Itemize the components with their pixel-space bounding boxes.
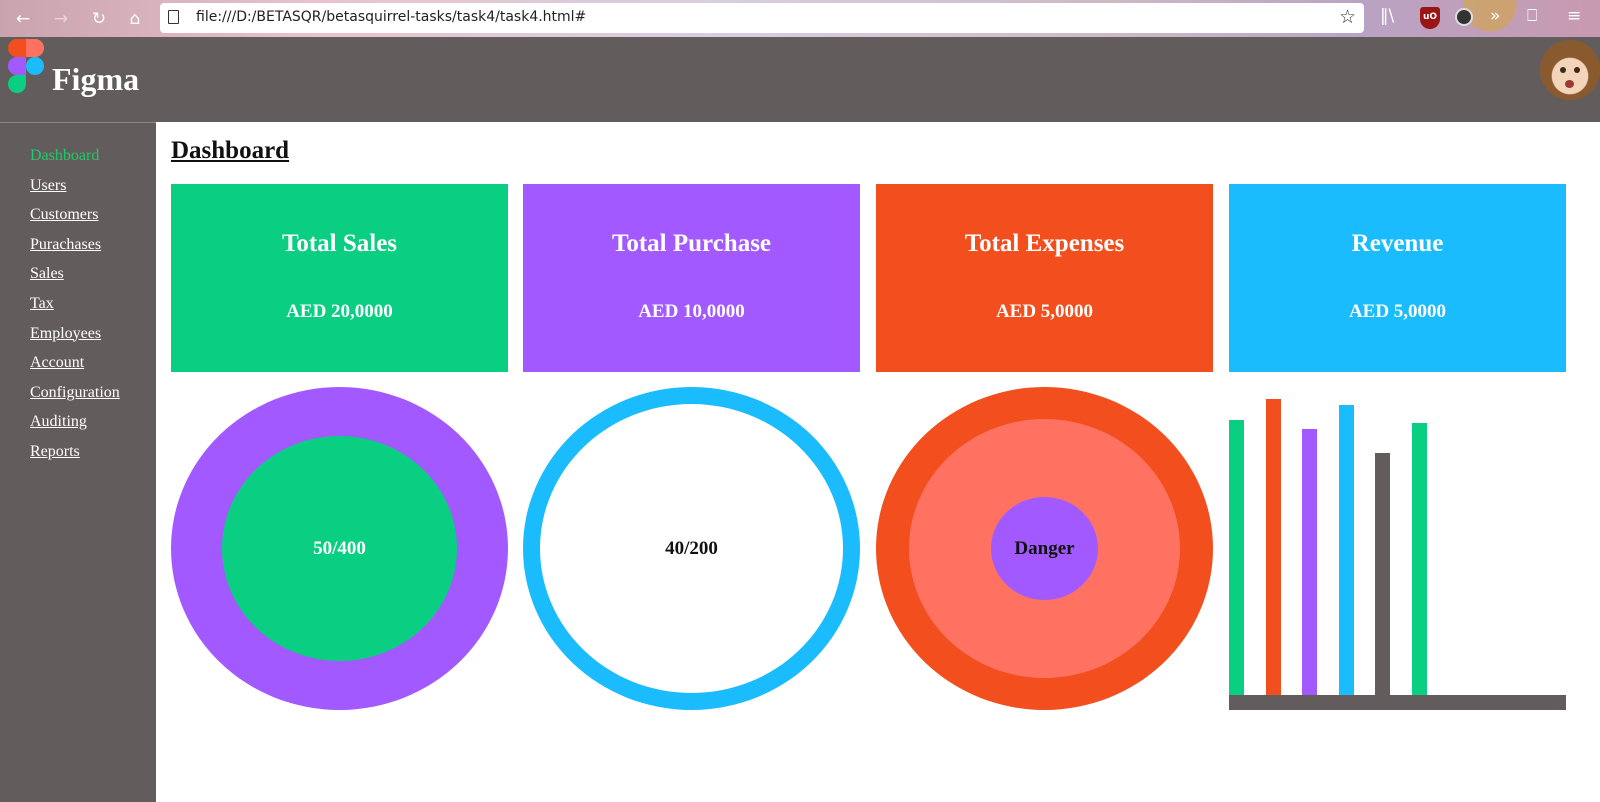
chevron-double-right-icon[interactable]: » bbox=[1490, 6, 1500, 26]
card-value: AED 20,0000 bbox=[286, 301, 393, 322]
sidebar-item-purchases[interactable]: Purachases bbox=[30, 236, 101, 253]
card-value: AED 5,0000 bbox=[995, 301, 1094, 322]
card-title: Total Purchase bbox=[611, 230, 772, 257]
figma-logo-part-6 bbox=[17, 57, 26, 75]
sales-ring-widget: 50/400 bbox=[171, 387, 508, 710]
sidebar-item-customers[interactable]: Customers bbox=[30, 206, 98, 223]
sidebar: Dashboard Users Customers Purachases Sal… bbox=[0, 122, 156, 802]
home-icon[interactable]: ⌂ bbox=[124, 8, 146, 30]
figma-logo-part-4 bbox=[26, 39, 35, 57]
sidebar-item-tax[interactable]: Tax bbox=[30, 295, 54, 312]
library-icon[interactable]: ‖\ bbox=[1380, 6, 1394, 26]
expenses-ring-widget: Danger bbox=[876, 387, 1213, 710]
avatar-eye-right bbox=[1574, 67, 1580, 73]
browser-toolbar: ← → ↻ ⌂ file:///D:/BETASQR/betasquirrel-… bbox=[0, 0, 1600, 37]
avatar-eye-left bbox=[1560, 67, 1566, 73]
chart-bar-5 bbox=[1375, 452, 1391, 695]
card-total-purchase[interactable]: Total Purchase AED 10,0000 bbox=[523, 184, 860, 372]
sidebar-item-auditing[interactable]: Auditing bbox=[30, 413, 87, 430]
page-title: Dashboard bbox=[171, 137, 290, 164]
figma-logo-part-9 bbox=[17, 75, 26, 84]
sidebar-nav-list: Dashboard Users Customers Purachases Sal… bbox=[30, 147, 120, 473]
chart-bar-1 bbox=[1229, 419, 1244, 695]
sidebar-item-users[interactable]: Users bbox=[30, 177, 66, 194]
url-text[interactable]: file:///D:/BETASQR/betasquirrel-tasks/ta… bbox=[196, 9, 586, 25]
card-title: Total Sales bbox=[281, 230, 398, 257]
page-icon bbox=[168, 10, 179, 24]
bookmark-star-icon[interactable]: ☆ bbox=[1339, 6, 1356, 28]
card-title: Total Expenses bbox=[964, 230, 1125, 257]
forward-icon[interactable]: → bbox=[50, 8, 72, 30]
back-icon[interactable]: ← bbox=[12, 8, 34, 30]
sidebar-item-sales[interactable]: Sales bbox=[30, 265, 64, 282]
ring-label: Danger bbox=[1014, 537, 1075, 559]
sidebar-item-employees[interactable]: Employees bbox=[30, 325, 101, 342]
extension-icon[interactable] bbox=[1455, 8, 1473, 26]
sidebar-item-dashboard[interactable]: Dashboard bbox=[30, 147, 99, 164]
ublock-icon[interactable]: uO bbox=[1420, 7, 1440, 29]
figma-logo-part-2 bbox=[17, 39, 26, 57]
sidebar-item-reports[interactable]: Reports bbox=[30, 443, 80, 460]
card-title: Revenue bbox=[1351, 230, 1444, 257]
reload-icon[interactable]: ↻ bbox=[88, 8, 110, 30]
avatar[interactable] bbox=[1540, 40, 1600, 100]
purchase-ring-widget: 40/200 bbox=[523, 387, 860, 710]
sync-icon[interactable]: ⎕ bbox=[1527, 6, 1537, 26]
card-value: AED 10,0000 bbox=[638, 301, 745, 322]
figma-logo-icon[interactable] bbox=[6, 37, 46, 93]
figma-logo-part-7 bbox=[26, 57, 44, 75]
sidebar-item-configuration[interactable]: Configuration bbox=[30, 384, 120, 401]
sidebar-item-account[interactable]: Account bbox=[30, 354, 84, 371]
chart-bar-6 bbox=[1412, 422, 1427, 695]
chart-bar-4 bbox=[1338, 404, 1354, 695]
chart-bar-2 bbox=[1265, 398, 1281, 695]
card-revenue[interactable]: Revenue AED 5,0000 bbox=[1229, 184, 1566, 372]
card-value: AED 5,0000 bbox=[1348, 301, 1447, 322]
app-name: Figma bbox=[52, 61, 140, 97]
ring-label: 40/200 bbox=[665, 537, 718, 559]
address-bar[interactable]: file:///D:/BETASQR/betasquirrel-tasks/ta… bbox=[160, 3, 1364, 33]
avatar-mouth bbox=[1565, 80, 1574, 88]
ring-label: 50/400 bbox=[313, 537, 366, 559]
bar-chart-baseline bbox=[1229, 695, 1566, 710]
hamburger-menu-icon[interactable]: ≡ bbox=[1567, 6, 1581, 26]
chart-bar-3 bbox=[1302, 428, 1318, 695]
card-total-expenses[interactable]: Total Expenses AED 5,0000 bbox=[876, 184, 1213, 372]
app-header: Figma bbox=[0, 37, 1600, 122]
card-total-sales[interactable]: Total Sales AED 20,0000 bbox=[171, 184, 508, 372]
